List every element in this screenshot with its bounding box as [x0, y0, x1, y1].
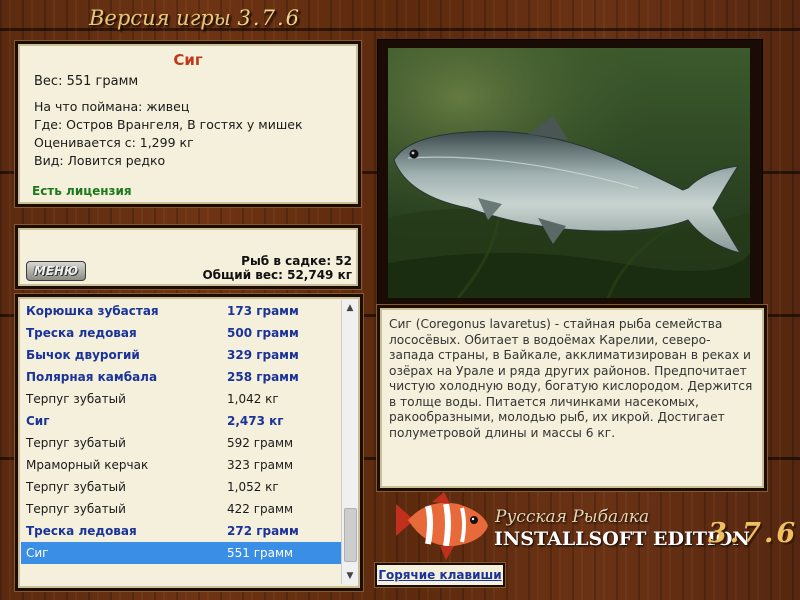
fish-description: Сиг (Coregonus lavaretus) - стайная рыба…	[389, 317, 753, 440]
game-version-title: Версия игры 3.7.6	[0, 6, 390, 30]
catch-fish-weight: 2,473 кг	[227, 414, 284, 428]
fish-name: Сиг	[173, 51, 203, 69]
catch-fish-weight: 1,052 кг	[227, 480, 279, 494]
catch-list-row[interactable]: Терпуг зубатый 1,042 кг	[21, 388, 341, 410]
catch-list-row[interactable]: Мраморный керчак 323 грамм	[21, 454, 341, 476]
catch-fish-name: Сиг	[26, 546, 49, 560]
catch-stats: Рыб в садке: 52 Общий вес: 52,749 кг	[202, 254, 352, 282]
fish-photo-frame	[377, 39, 763, 305]
scroll-down-button[interactable]: ▼	[342, 568, 358, 584]
catch-fish-name: Терпуг зубатый	[26, 502, 126, 516]
version-label: Версия игры	[89, 6, 231, 30]
catch-fish-weight: 422 грамм	[227, 502, 294, 516]
catch-fish-weight: 323 грамм	[227, 458, 294, 472]
menu-panel: МЕНЮ Рыб в садке: 52 Общий вес: 52,749 к…	[15, 225, 361, 289]
total-weight: Общий вес: 52,749 кг	[202, 268, 352, 282]
scroll-thumb[interactable]	[344, 508, 357, 562]
scroll-up-button[interactable]: ▲	[342, 300, 358, 316]
fish-photo	[388, 48, 750, 298]
catch-fish-weight: 1,042 кг	[227, 392, 279, 406]
catch-list-row[interactable]: Бычок двурогий 329 грамм	[21, 344, 341, 366]
license-status: Есть лицензия	[32, 184, 132, 198]
catch-fish-name: Терпуг зубатый	[26, 436, 126, 450]
menu-button[interactable]: МЕНЮ	[26, 261, 86, 281]
catch-fish-weight: 551 грамм	[227, 546, 294, 560]
catch-list-row[interactable]: Полярная камбала 258 грамм	[21, 366, 341, 388]
detail-location: Где: Остров Врангеля, В гостях у мишек	[34, 117, 303, 132]
catch-list-scrollbar[interactable]: ▲ ▼	[341, 300, 358, 584]
fish-details: На что поймана: живец Где: Остров Вранге…	[34, 98, 303, 170]
catch-list-row[interactable]: Треска ледовая 272 грамм	[21, 520, 341, 542]
hotkeys-link[interactable]: Горячие клавиши	[375, 563, 505, 587]
description-panel: Сиг (Coregonus lavaretus) - стайная рыба…	[377, 305, 767, 491]
catch-list-row[interactable]: Треска ледовая 500 грамм	[21, 322, 341, 344]
catch-fish-weight: 329 грамм	[227, 348, 299, 362]
logo-fish-icon	[396, 492, 488, 560]
detail-bait: На что поймана: живец	[34, 99, 190, 114]
detail-rating: Оценивается с: 1,299 кг	[34, 135, 194, 150]
catch-fish-weight: 173 грамм	[227, 304, 299, 318]
logo-title: Русская Рыбалка	[495, 507, 650, 527]
catch-fish-name: Терпуг зубатый	[26, 480, 126, 494]
catch-list-row[interactable]: Терпуг зубатый 1,052 кг	[21, 476, 341, 498]
catch-fish-name: Бычок двурогий	[26, 348, 140, 362]
detail-rarity: Вид: Ловится редко	[34, 153, 166, 168]
version-number: 3.7.6	[237, 6, 301, 30]
catch-list-panel: Корюшка зубастая 173 грамм Треска ледовая 5…	[15, 294, 363, 591]
fish-info-panel: Сиг Вес: 551 грамм На что поймана: живец…	[15, 41, 361, 207]
catch-fish-weight: 272 грамм	[227, 524, 299, 538]
catch-list-row[interactable]: Сиг 551 грамм	[21, 542, 341, 564]
catch-fish-name: Корюшка зубастая	[26, 304, 159, 318]
catch-list-row[interactable]: Корюшка зубастая 173 грамм	[21, 300, 341, 322]
catch-fish-name: Треска ледовая	[26, 326, 137, 340]
catch-fish-name: Мраморный керчак	[26, 458, 149, 472]
catch-list[interactable]: Корюшка зубастая 173 грамм Треска ледовая 5…	[21, 300, 341, 564]
fish-weight: Вес: 551 грамм	[34, 74, 139, 89]
catch-fish-weight: 258 грамм	[227, 370, 299, 384]
logo-version: 3.7.6	[708, 518, 799, 549]
catch-fish-weight: 592 грамм	[227, 436, 294, 450]
catch-list-row[interactable]: Сиг 2,473 кг	[21, 410, 341, 432]
catch-list-row[interactable]: Терпуг зубатый 592 грамм	[21, 432, 341, 454]
catch-fish-name: Полярная камбала	[26, 370, 158, 384]
catch-fish-name: Треска ледовая	[26, 524, 137, 538]
catch-list-row[interactable]: Терпуг зубатый 422 грамм	[21, 498, 341, 520]
fish-count: Рыб в садке: 52	[241, 254, 352, 268]
catch-fish-name: Терпуг зубатый	[26, 392, 126, 406]
catch-fish-name: Сиг	[26, 414, 50, 428]
catch-fish-weight: 500 грамм	[227, 326, 299, 340]
